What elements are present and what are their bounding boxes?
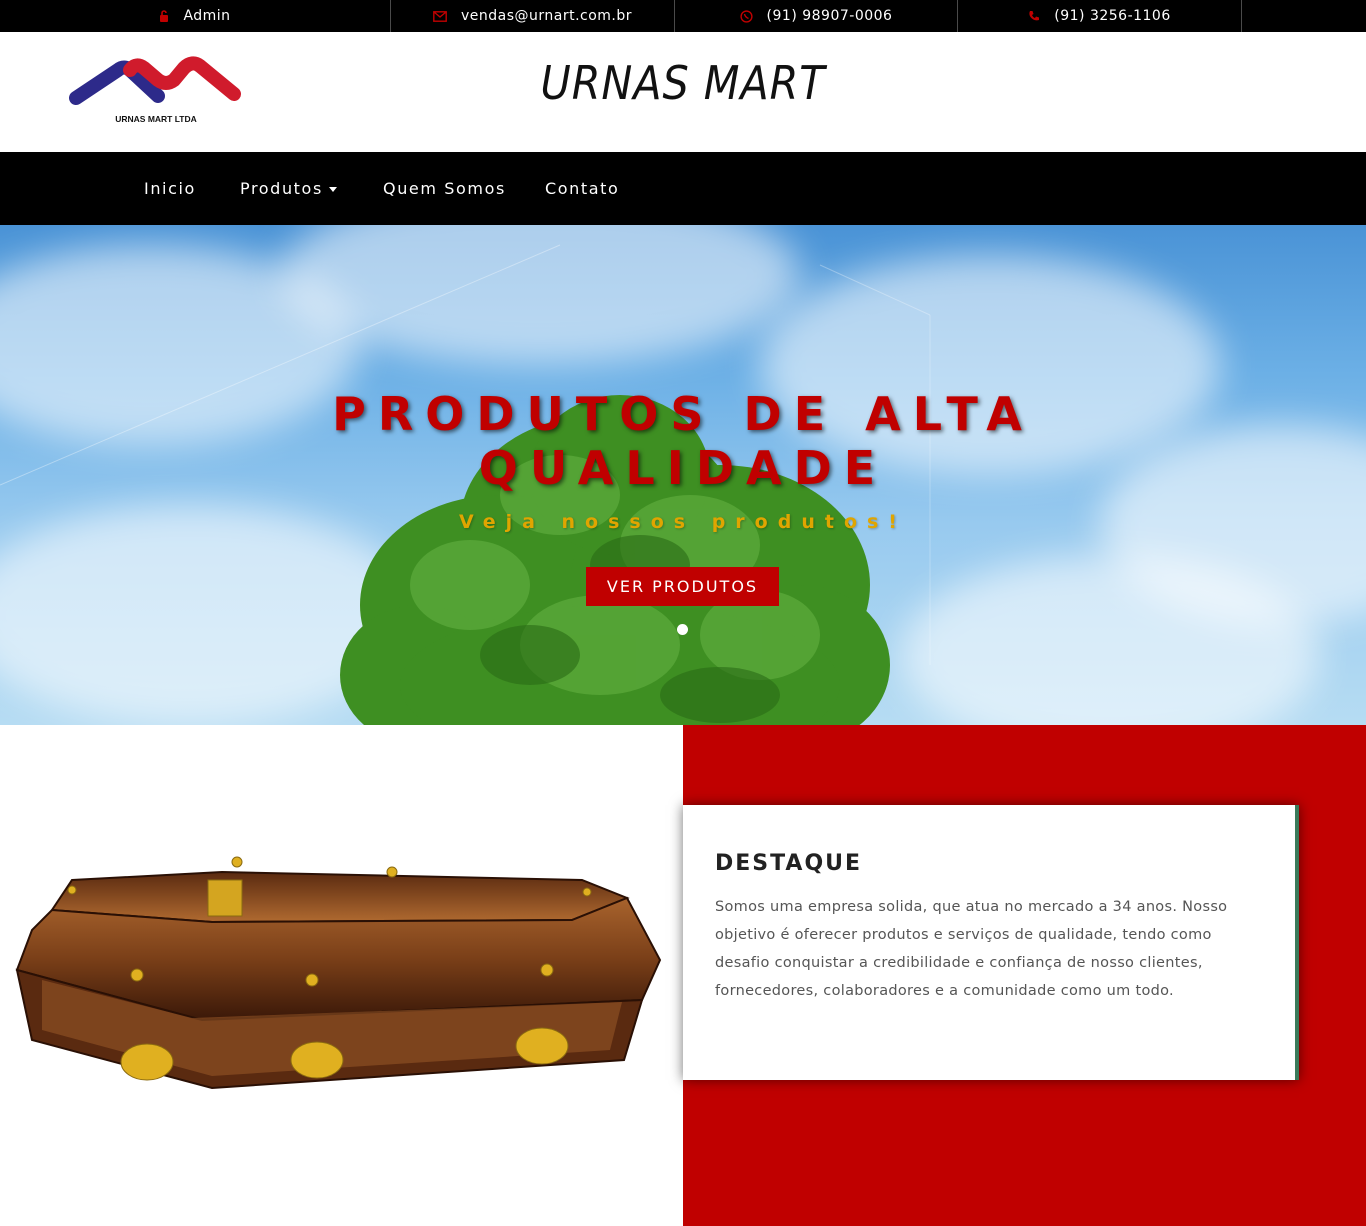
phone-icon — [1028, 10, 1040, 22]
main-navbar: Inicio Produtos Quem Somos Contato — [0, 152, 1366, 225]
envelope-icon — [433, 10, 447, 22]
admin-label: Admin — [183, 8, 231, 24]
phone-link[interactable]: (91) 3256-1106 — [958, 0, 1242, 32]
nav-inicio[interactable]: Inicio — [144, 152, 196, 225]
lock-icon — [159, 10, 169, 22]
hero-title: PRODUTOS DE ALTA QUALIDADE — [0, 387, 1366, 495]
admin-link[interactable]: Admin — [0, 0, 391, 32]
caret-down-icon — [328, 187, 337, 192]
nav-produtos[interactable]: Produtos — [240, 152, 337, 225]
casket-product-image — [15, 856, 662, 1090]
nav-contato[interactable]: Contato — [545, 152, 619, 225]
logo-caption: URNAS MART LTDA — [115, 114, 197, 124]
view-products-button[interactable]: VER PRODUTOS — [586, 567, 779, 606]
nav-quem-somos[interactable]: Quem Somos — [383, 152, 506, 225]
carousel-indicator[interactable] — [677, 624, 688, 635]
hero-title-line2: QUALIDADE — [478, 441, 888, 495]
hero-subtitle: Veja nossos produtos! — [459, 511, 907, 533]
highlight-card: DESTAQUE Somos uma empresa solida, que a… — [683, 805, 1299, 1080]
top-contact-bar: Admin vendas@urnart.com.br (91) 98907-00… — [0, 0, 1366, 32]
hero-title-line1: PRODUTOS DE ALTA — [332, 387, 1034, 441]
email-label: vendas@urnart.com.br — [460, 8, 633, 24]
site-header: URNAS MART LTDA URNAS MART — [0, 32, 1366, 152]
nav-produtos-label: Produtos — [240, 179, 323, 198]
phone-label: (91) 3256-1106 — [1054, 8, 1171, 24]
hero-banner: PRODUTOS DE ALTA QUALIDADE Veja nossos p… — [0, 225, 1366, 725]
site-title: URNAS MART — [540, 56, 826, 110]
whatsapp-link[interactable]: (91) 98907-0006 — [675, 0, 958, 32]
highlight-text: Somos uma empresa solida, que atua no me… — [715, 899, 1228, 999]
whatsapp-icon — [739, 9, 753, 23]
whatsapp-label: (91) 98907-0006 — [766, 8, 893, 24]
email-link[interactable]: vendas@urnart.com.br — [391, 0, 675, 32]
highlight-title: DESTAQUE — [715, 851, 863, 876]
